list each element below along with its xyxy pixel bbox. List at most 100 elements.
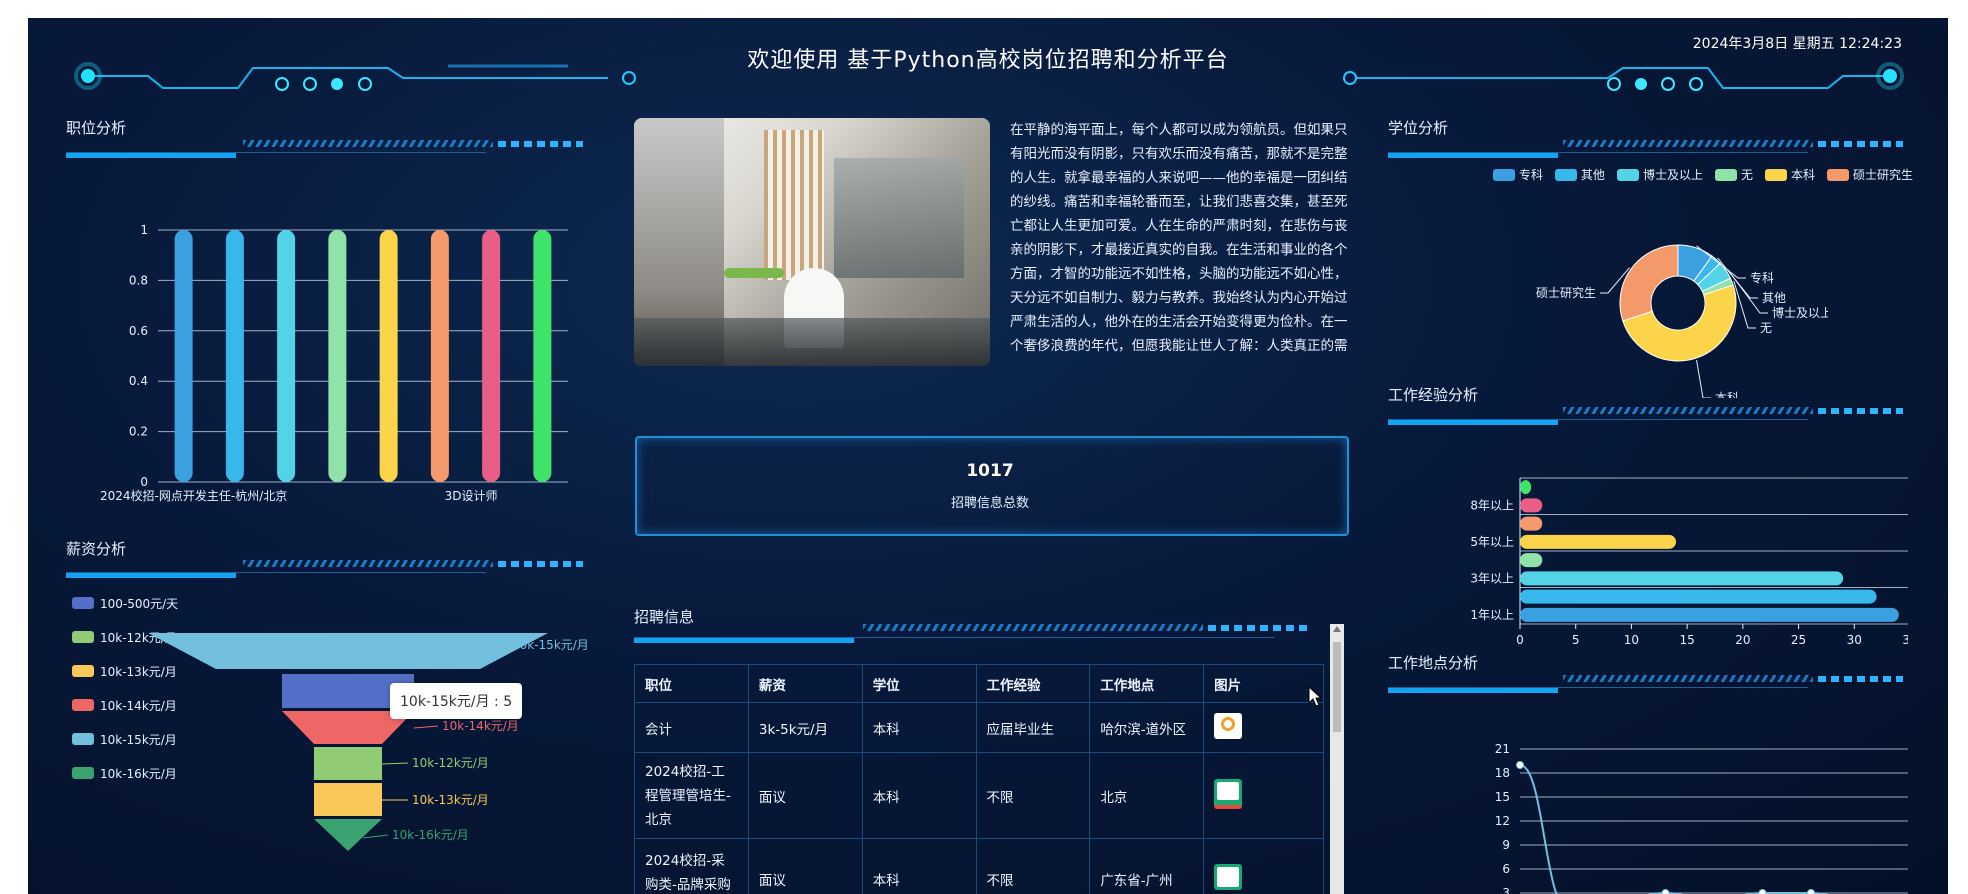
legend-item[interactable]: 其他: [1554, 166, 1605, 183]
title-dashes: [1818, 408, 1903, 414]
degree-donut-chart: 专科其他博士及以上无本科 硕士研究生: [1536, 244, 1828, 398]
y-tick-label: 15: [1495, 790, 1510, 804]
scroll-up-icon[interactable]: [1333, 626, 1341, 632]
donut-label-line: [1733, 280, 1756, 329]
legend-item[interactable]: 专科: [1492, 166, 1543, 183]
table-scrollbar[interactable]: [1330, 624, 1344, 894]
job-bar[interactable]: [379, 230, 398, 482]
legend-item[interactable]: 博士及以上: [1616, 166, 1703, 183]
total-count-value: 1017: [966, 461, 1014, 481]
job-bar[interactable]: [277, 230, 296, 482]
funnel-segment-10k-13k[interactable]: [314, 783, 382, 816]
x-tick-label: 35: [1902, 633, 1908, 647]
experience-bar[interactable]: [1520, 589, 1877, 604]
table-row[interactable]: 会计 3k-5k元/月 本科 应届毕业生 哈尔滨-道外区: [634, 702, 1324, 753]
job-bar[interactable]: [174, 230, 193, 482]
legend-swatch: [72, 631, 94, 643]
x-tick-label: 0: [1516, 633, 1524, 647]
title-hatch: [1563, 675, 1813, 682]
title-rule: [66, 572, 486, 573]
cell-experience: 应届毕业生: [975, 702, 1091, 753]
funnel-segment-10k-12k[interactable]: [314, 747, 382, 780]
cell-salary: 面议: [747, 752, 863, 839]
funnel-segment-10k-16k[interactable]: [314, 819, 382, 851]
legend-swatch: [1492, 168, 1515, 181]
recruit-table-viewport[interactable]: 职位 薪资 学位 工作经验 工作地点 图片 会计 3k-5k元/月 本科 应届毕…: [634, 664, 1324, 894]
col-header-degree: 学位: [861, 664, 977, 703]
w-logo-inner-icon: [1217, 781, 1240, 800]
cell-degree: 本科: [861, 752, 977, 839]
cell-job: 会计: [634, 702, 749, 753]
office-photo-carousel[interactable]: [634, 118, 990, 366]
donut-label-line: [1696, 359, 1711, 398]
legend-swatch: [1764, 168, 1787, 181]
funnel-label-10k-14k: 10k-14k元/月: [442, 719, 519, 733]
total-count-label: 招聘信息总数: [950, 496, 1029, 511]
w-logo-icon[interactable]: [1214, 778, 1243, 809]
y-tick-label: 1: [140, 223, 148, 237]
degree-legend: 专科 其他 博士及以上 无 本科 硕士研究生: [1473, 166, 1913, 183]
donut-label: 无: [1760, 321, 1772, 335]
job-bar[interactable]: [533, 230, 552, 482]
x-tick-label: 10: [1624, 633, 1639, 647]
cell-experience: 不限: [975, 752, 1091, 839]
title-underline: [1388, 420, 1558, 425]
y-tick-label: 21: [1495, 742, 1510, 756]
donut-slice[interactable]: [1619, 244, 1679, 322]
table-row[interactable]: 2024校招-采购类-品牌采购 面议 本科 不限 广东省-广州: [634, 838, 1324, 894]
recruit-table: 职位 薪资 学位 工作经验 工作地点 图片 会计 3k-5k元/月 本科 应届毕…: [634, 664, 1324, 894]
job-bar[interactable]: [328, 230, 347, 482]
y-tick-label: 12: [1495, 814, 1510, 828]
col-header-location: 工作地点: [1089, 664, 1205, 703]
line-point[interactable]: [1661, 889, 1670, 894]
legend-swatch: [1826, 168, 1849, 181]
funnel-label-10k-12k: 10k-12k元/月: [412, 756, 489, 770]
job-bar[interactable]: [482, 230, 501, 482]
y-tick-label: 18: [1495, 766, 1510, 780]
line-point[interactable]: [1758, 889, 1767, 894]
legend-swatch: [72, 665, 94, 677]
legend-label: 博士及以上: [1642, 168, 1703, 182]
job-analysis-title: 职位分析: [66, 119, 127, 137]
x-tick-label: 3D设计师: [445, 489, 498, 503]
table-header-row: 职位 薪资 学位 工作经验 工作地点 图片: [634, 664, 1324, 703]
funnel-label-10k-13k: 10k-13k元/月: [412, 793, 489, 807]
legend-label: 专科: [1518, 168, 1543, 182]
cell-salary: 3k-5k元/月: [747, 702, 863, 753]
table-row[interactable]: 2024校招-工程管理管培生-北京 面议 本科 不限 北京: [634, 752, 1324, 839]
cell-image: [1203, 838, 1324, 894]
legend-item[interactable]: 100-500元/天: [72, 586, 178, 620]
line-point[interactable]: [1516, 761, 1524, 769]
job-bar[interactable]: [225, 230, 244, 482]
photo-floor: [634, 318, 990, 366]
job-bar[interactable]: [430, 230, 449, 482]
total-count-panel: [635, 436, 1349, 536]
experience-bar[interactable]: [1520, 571, 1844, 586]
legend-swatch: [1714, 168, 1737, 181]
salary-funnel-chart: 10k-15k元/月 10k-14k元/月 10k-12k元/月 10k-13k…: [148, 633, 589, 851]
title-dashes: [498, 561, 583, 567]
donut-label: 硕士研究生: [1536, 285, 1596, 300]
experience-bar[interactable]: [1520, 534, 1676, 549]
experience-bar[interactable]: [1520, 607, 1899, 622]
legend-item[interactable]: 无: [1714, 166, 1753, 183]
cell-job: 2024校招-采购类-品牌采购: [634, 838, 749, 894]
line-point[interactable]: [1807, 889, 1815, 894]
title-hatch: [243, 560, 493, 567]
funnel-segment-10k-15k[interactable]: [148, 633, 548, 669]
w-logo-icon[interactable]: [1214, 863, 1243, 890]
experience-bar[interactable]: [1520, 516, 1543, 531]
company-logo-icon[interactable]: [1214, 712, 1243, 739]
legend-item[interactable]: 本科: [1764, 166, 1815, 183]
scrollbar-thumb[interactable]: [1333, 642, 1341, 732]
experience-bar[interactable]: [1520, 553, 1543, 568]
cell-experience: 不限: [975, 838, 1091, 894]
legend-item[interactable]: 硕士研究生: [1826, 166, 1913, 183]
photo-glass-room: [834, 158, 964, 278]
job-bar-chart: 0 0.2 0.4 0.6 0.8 1 2024校招-网点开发主任-杭州/北京 3D设计师: [100, 223, 568, 503]
experience-bar[interactable]: [1520, 498, 1543, 513]
cell-location: 北京: [1089, 752, 1205, 839]
funnel-label-10k-15k: 10k-15k元/月: [512, 638, 589, 652]
experience-bar[interactable]: [1520, 480, 1532, 495]
donut-label: 其他: [1762, 291, 1786, 305]
